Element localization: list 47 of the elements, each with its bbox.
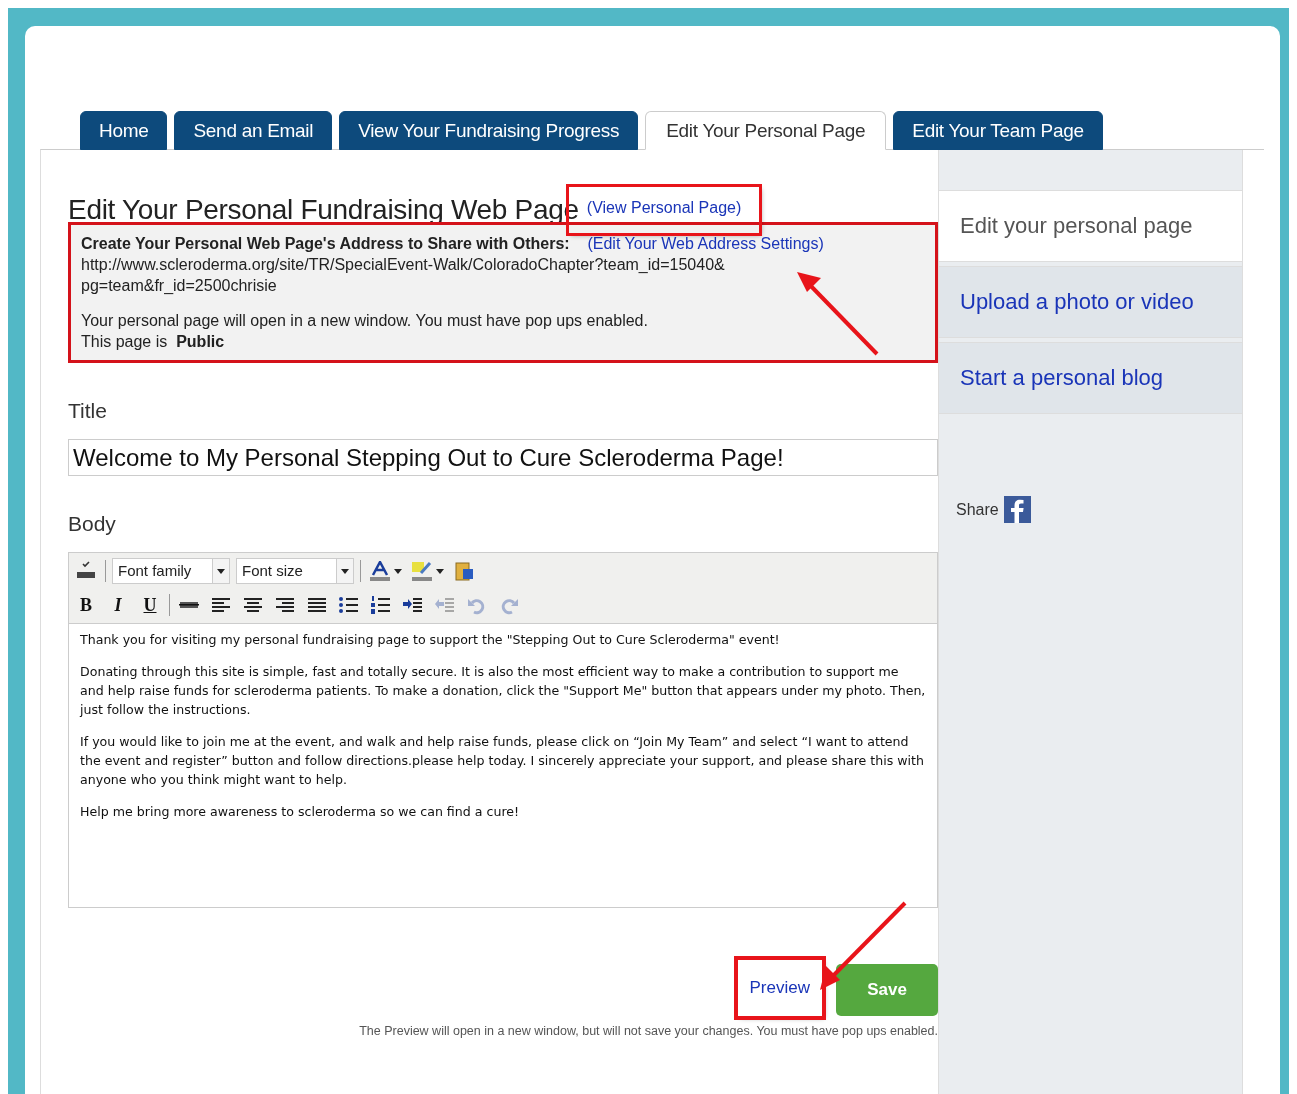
indent-icon	[402, 595, 424, 615]
popup-note: Your personal page will open in a new window. You must have pop ups enabled.	[81, 311, 649, 331]
underline-button[interactable]: U	[137, 593, 163, 617]
body-paragraph: If you would like to join me at the event, and walk and help raise funds, please click on “Join My Team” and select “I want to attend the event and register” button and follow directions.please help today. I sincerely appreciate your support, and please share this with anyone who you think might want to help.	[80, 733, 925, 789]
numbered-list-icon	[370, 595, 392, 615]
body-paragraph: Donating through this site is simple, fast and totally secure. It is also the most efficient way to make a contribution to support me and help raise funds for scleroderma patients. To make a donation, click the "Support Me" button that appears under my photo. Then, just follow the instructions.	[80, 663, 926, 719]
facebook-icon[interactable]	[1003, 496, 1031, 523]
caret-icon	[435, 568, 444, 574]
sidebar-item[interactable]: Upload a photo or video	[939, 266, 1242, 338]
highlight-button[interactable]	[409, 559, 445, 583]
justify-icon	[306, 595, 328, 615]
caret-icon	[393, 568, 402, 574]
preview-note: The Preview will open in a new window, but will not save your changes. You must have pop ups enabled.	[358, 1024, 938, 1038]
title-label: Title	[68, 399, 108, 423]
tab[interactable]: Edit Your Personal Page	[645, 111, 887, 150]
sidebar-item[interactable]: Start a personal blog	[939, 342, 1242, 414]
font-select[interactable]: Font family	[112, 558, 230, 584]
outdent-icon	[434, 595, 456, 615]
spellcheck-icon	[75, 561, 97, 581]
edit-address-link[interactable]: (Edit Your Web Address Settings)	[587, 235, 824, 252]
sidebar-item[interactable]: Edit your personal page	[939, 190, 1242, 262]
caret-icon	[217, 568, 225, 574]
bullet-list-icon	[338, 595, 360, 615]
clipboard-icon	[453, 561, 475, 581]
tab[interactable]: Edit Your Team Page	[893, 111, 1103, 150]
font-select[interactable]: Font size	[236, 558, 354, 584]
body-paragraph: Thank you for visiting my personal fundraising page to support the "Stepping Out to Cure Scleroderma" event!	[80, 631, 781, 649]
body-label: Body	[68, 512, 117, 536]
align-left-icon	[210, 595, 232, 615]
align-center-icon	[242, 595, 264, 615]
bold-button[interactable]: B	[73, 593, 99, 617]
page-url: http://www.scleroderma.org/site/TR/SpecialEvent-Walk/ColoradoChapter?team_id=15040&	[81, 255, 726, 275]
share-label: Share	[956, 500, 999, 519]
text-color-button[interactable]	[367, 559, 403, 583]
align-right-icon	[274, 595, 296, 615]
text-color-icon	[368, 561, 391, 581]
title-field[interactable]: Welcome to My Personal Stepping Out to Cure Scleroderma Page!	[68, 439, 938, 476]
address-heading: Create Your Personal Web Page's Address to Share with Others: (Edit Your Web Address Settings)	[81, 234, 825, 254]
italic-button[interactable]: I	[105, 593, 131, 617]
tab[interactable]: Home	[80, 111, 168, 150]
tab[interactable]: View Your Fundraising Progress	[339, 111, 639, 150]
tab[interactable]: Send an Email	[174, 111, 333, 150]
caret-icon	[341, 568, 349, 574]
page-url: pg=team&fr_id=2500chrisie	[81, 276, 278, 296]
body-paragraph: Help me bring more awareness to scleroderma so we can find a cure!	[80, 803, 521, 821]
visibility-text: This page is Public	[81, 332, 226, 352]
highlighter-icon	[410, 561, 433, 581]
